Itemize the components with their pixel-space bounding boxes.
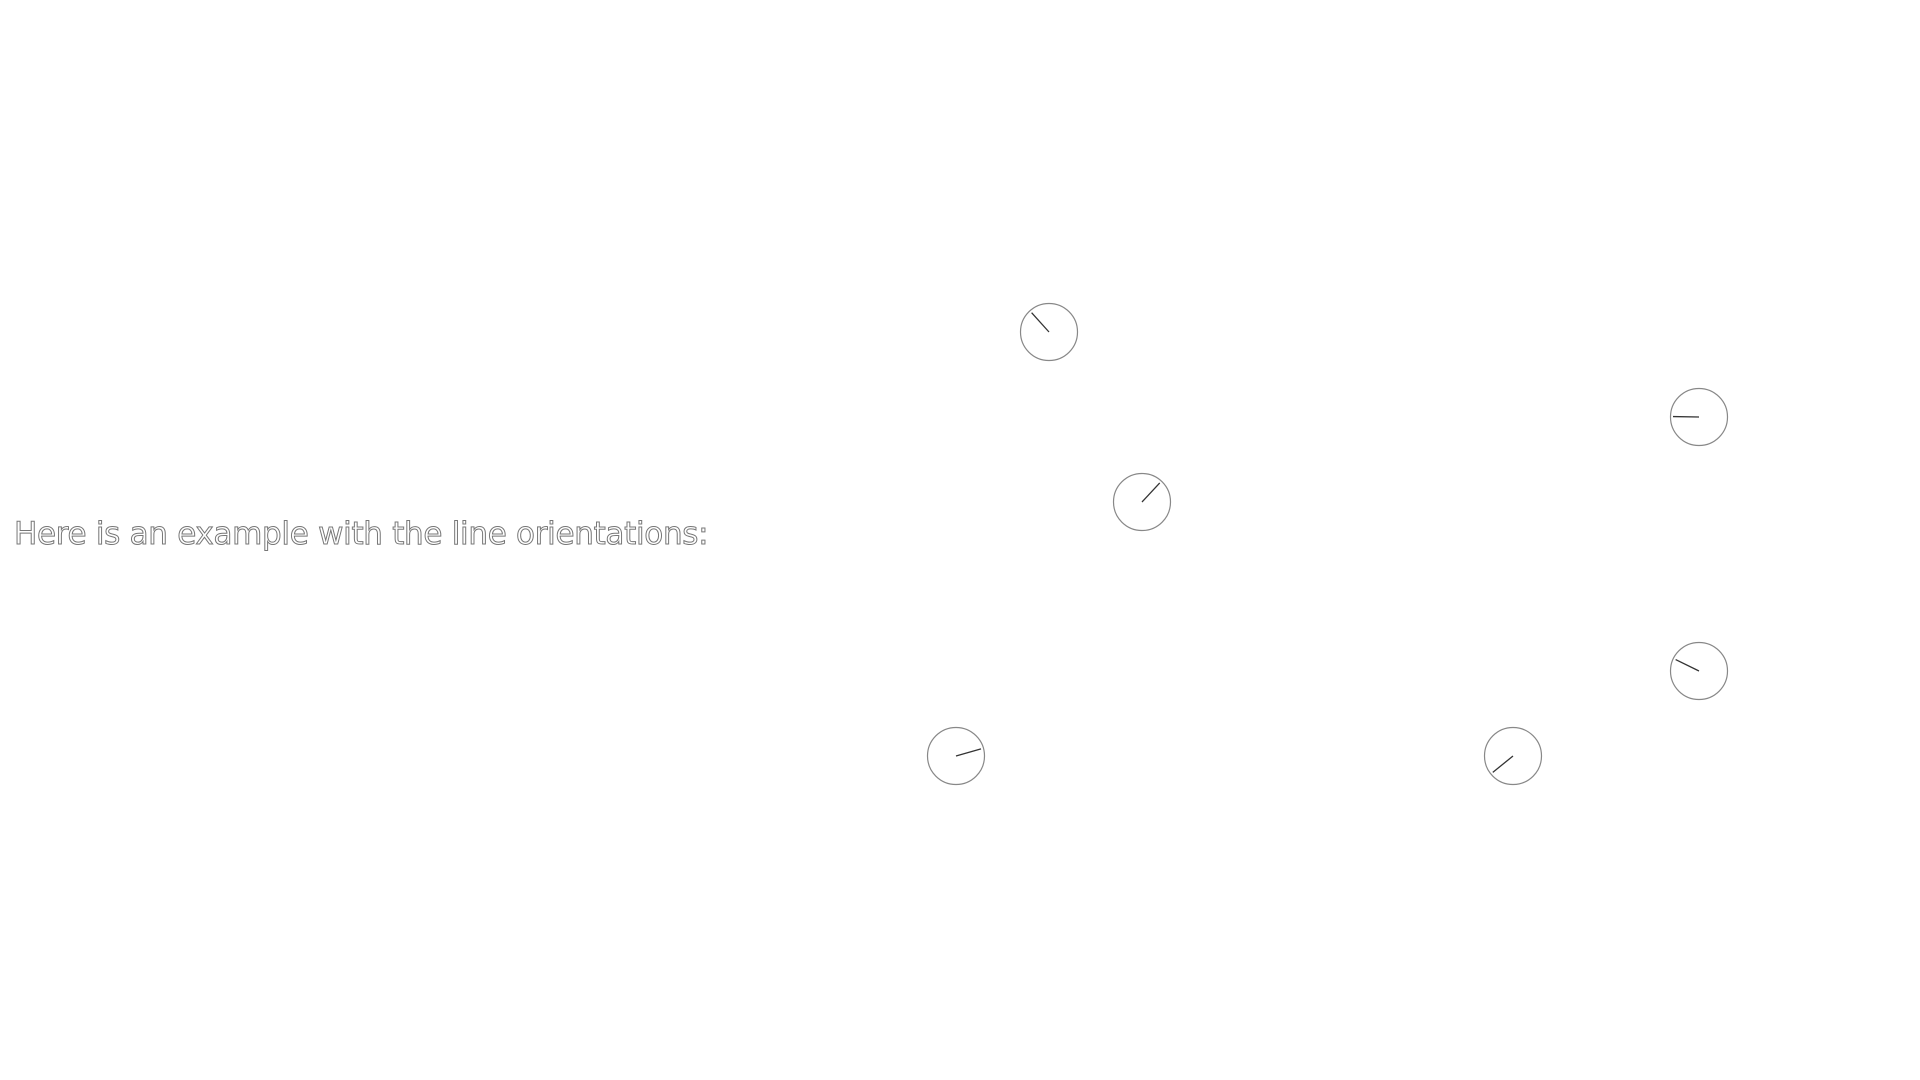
diagram-canvas: Here is an example with the line orienta… xyxy=(0,0,1920,1080)
dials-layer xyxy=(926,302,1729,786)
dial-5-needle xyxy=(955,748,982,757)
dial-3 xyxy=(1112,472,1172,532)
dial-1-needle xyxy=(1031,312,1050,333)
dial-1 xyxy=(1019,302,1079,362)
dial-5 xyxy=(926,726,986,786)
dial-6 xyxy=(1483,726,1543,786)
dial-3-needle xyxy=(1141,482,1161,503)
dial-6-needle xyxy=(1492,755,1514,773)
dial-2 xyxy=(1669,387,1729,447)
dial-4-needle xyxy=(1675,659,1700,672)
dial-4 xyxy=(1669,641,1729,701)
